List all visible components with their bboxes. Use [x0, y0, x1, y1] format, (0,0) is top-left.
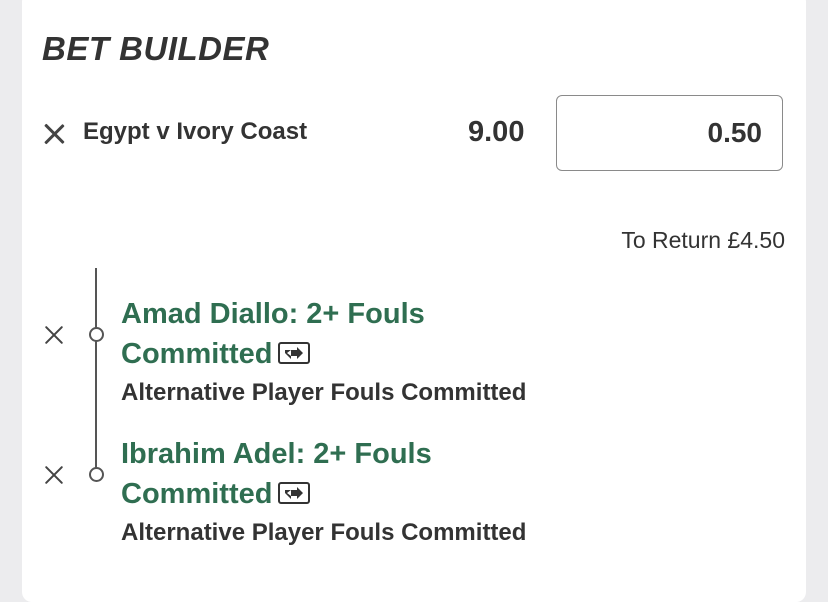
selection-timeline	[95, 268, 97, 480]
bet-odds: 9.00	[468, 116, 525, 148]
selection-title-line2: Committed	[121, 478, 273, 510]
timeline-node	[89, 327, 104, 342]
selection-title-line1: Amad Diallo: 2+ Fouls	[121, 298, 425, 330]
selection-title: Ibrahim Adel: 2+ Fouls Committed	[121, 434, 501, 514]
selection-title-line2-wrap: Committed	[121, 334, 501, 374]
swap-icon[interactable]	[278, 482, 311, 505]
timeline-node	[89, 467, 104, 482]
remove-selection-close-icon[interactable]	[44, 325, 64, 345]
swap-icon[interactable]	[278, 342, 311, 365]
selection-title: Amad Diallo: 2+ Fouls Committed	[121, 294, 501, 374]
selection-market: Alternative Player Fouls Committed	[121, 519, 527, 546]
remove-selection-close-icon[interactable]	[44, 465, 64, 485]
bet-builder-title: BET BUILDER	[42, 30, 270, 67]
stake-input[interactable]	[556, 95, 783, 171]
selection-title-line1: Ibrahim Adel: 2+ Fouls	[121, 438, 432, 470]
event-name: Egypt v Ivory Coast	[83, 118, 308, 145]
remove-bet-close-icon[interactable]	[42, 122, 66, 146]
selection-market: Alternative Player Fouls Committed	[121, 379, 527, 406]
to-return-amount: To Return £4.50	[621, 227, 785, 253]
selection-title-line2-wrap: Committed	[121, 474, 501, 514]
selection-title-line2: Committed	[121, 338, 273, 370]
